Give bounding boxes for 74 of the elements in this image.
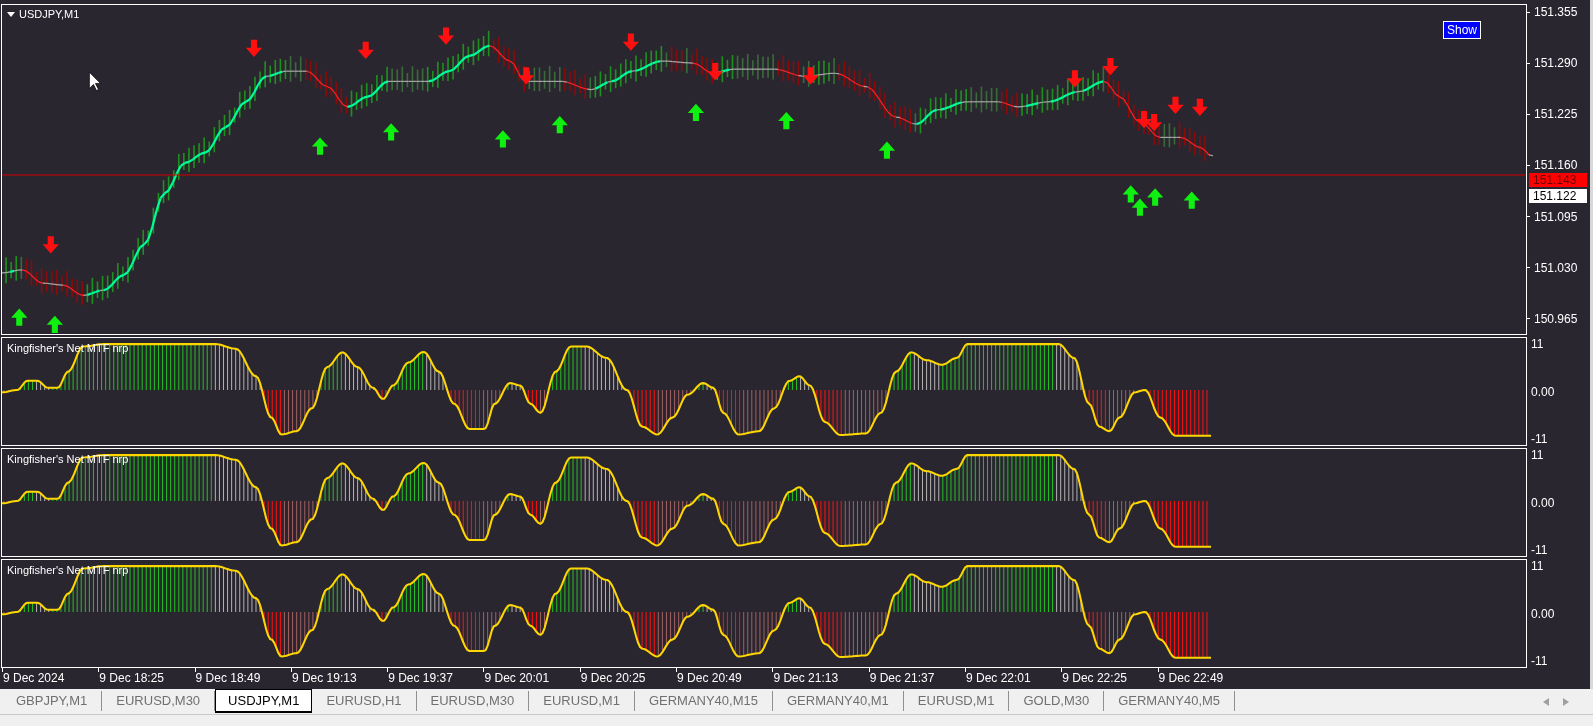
down-arrow-icon (245, 39, 263, 57)
chart-tab[interactable]: EURUSD,M1 (529, 691, 635, 711)
up-arrow-icon (687, 103, 705, 122)
up-arrow-icon (383, 123, 400, 141)
time-label: 9 Dec 2024 (3, 671, 65, 685)
down-arrow-icon (1146, 114, 1163, 132)
down-arrow-icon (1167, 96, 1184, 114)
down-arrow-icon (437, 27, 455, 45)
up-arrow-icon (11, 308, 28, 326)
down-arrow-icon (802, 67, 819, 85)
time-label: 9 Dec 22:49 (1158, 671, 1224, 685)
price-label: 151.225 (1534, 108, 1578, 121)
chart-tab[interactable]: GERMANY40,M15 (634, 691, 773, 711)
time-label: 9 Dec 19:37 (388, 671, 453, 685)
scroll-left-icon[interactable] (1543, 698, 1549, 706)
indicator-level-label: 0.00 (1531, 606, 1555, 621)
indicator-level-label: 0.00 (1531, 384, 1555, 399)
indicator-level-label: -11 (1531, 543, 1548, 557)
up-arrow-icon (1183, 191, 1200, 209)
indicator-level-label: -11 (1531, 432, 1548, 446)
chart-tab[interactable]: EURUSD,M1 (903, 691, 1010, 711)
chart-tab[interactable]: EURUSD,H1 (312, 691, 417, 711)
down-arrow-icon (42, 236, 59, 254)
indicator-level-label: 11 (1531, 337, 1544, 351)
time-label: 9 Dec 20:25 (580, 671, 646, 685)
up-arrow-icon (311, 137, 329, 155)
down-arrow-icon (1191, 98, 1208, 116)
time-label: 9 Dec 20:49 (677, 671, 742, 685)
up-arrow-icon (878, 141, 896, 159)
time-label: 9 Dec 20:01 (484, 671, 550, 685)
chart-tab[interactable]: GOLD,M30 (1009, 691, 1105, 711)
up-arrow-icon (1122, 185, 1139, 203)
price-label: 150.965 (1534, 312, 1578, 325)
indicator-level-label: 0.00 (1531, 495, 1555, 510)
up-arrow-icon (1147, 188, 1164, 206)
scroll-right-icon[interactable] (1563, 698, 1569, 706)
down-arrow-icon (1066, 70, 1083, 88)
up-arrow-icon (494, 130, 511, 148)
up-arrow-icon (551, 116, 568, 134)
time-label: 9 Dec 19:13 (291, 671, 357, 685)
up-arrow-icon (1131, 198, 1149, 216)
down-arrow-icon (707, 63, 724, 81)
price-label: 151.030 (1534, 261, 1578, 274)
indicator-level-label: -11 (1531, 654, 1548, 668)
chart-tab[interactable]: GBPJPY,M1 (2, 691, 103, 711)
price-label: 151.095 (1534, 210, 1578, 223)
down-arrow-icon (357, 41, 374, 59)
chart-title: USDJPY,M1 (19, 8, 80, 20)
price-label: 151.160 (1534, 159, 1578, 172)
up-arrow-icon (46, 315, 63, 333)
chart-tab[interactable]: EURUSD,M30 (416, 691, 530, 711)
time-label: 9 Dec 18:25 (99, 671, 164, 685)
chart-tab[interactable]: GERMANY40,M1 (773, 691, 904, 711)
down-arrow-icon (518, 67, 535, 85)
price-label: 151.290 (1534, 57, 1578, 70)
down-arrow-icon (1102, 57, 1119, 76)
indicator-level-label: 11 (1531, 559, 1544, 573)
caret-icon[interactable] (7, 11, 15, 17)
time-label: 9 Dec 22:25 (1062, 671, 1127, 685)
cursor-icon (89, 71, 101, 91)
time-label: 9 Dec 18:49 (195, 671, 261, 685)
down-arrow-icon (1135, 110, 1153, 129)
time-label: 9 Dec 21:13 (773, 671, 839, 685)
bid-price-label: 151.143 (1529, 173, 1587, 187)
time-label: 9 Dec 21:37 (869, 671, 935, 685)
up-arrow-icon (778, 111, 795, 130)
down-arrow-icon (622, 33, 640, 51)
show-button[interactable]: Show (1442, 21, 1481, 39)
chart-tab[interactable]: GERMANY40,M5 (1104, 691, 1236, 711)
price-label: 151.355 (1534, 6, 1578, 18)
time-label: 9 Dec 22:01 (965, 671, 1031, 685)
ask-price-label: 151.122 (1529, 189, 1587, 203)
chart-tab[interactable]: USDJPY,M1 (215, 689, 313, 713)
indicator-level-label: 11 (1531, 448, 1544, 462)
